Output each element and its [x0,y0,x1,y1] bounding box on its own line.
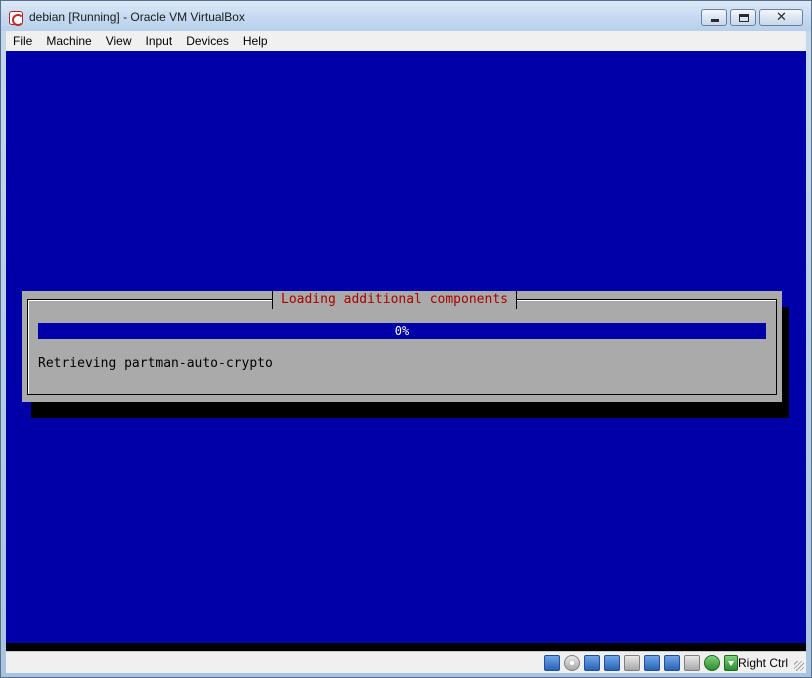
window-title: debian [Running] - Oracle VM VirtualBox [29,10,245,24]
virtualbox-icon [9,11,24,26]
host-key-label: Right Ctrl [737,656,788,670]
close-icon: ✕ [776,10,787,25]
maximize-button[interactable] [730,9,756,26]
progress-bar: 0% [38,323,766,339]
progress-percent: 0% [394,324,410,338]
title-bar[interactable]: debian [Running] - Oracle VM VirtualBox … [1,1,811,31]
mouse-integration-icon[interactable] [704,655,720,671]
minimize-icon [711,19,719,22]
optical-drive-icon[interactable] [564,655,580,671]
menu-bar: File Machine View Input Devices Help [6,31,806,51]
video-capture-icon[interactable] [664,655,680,671]
host-key-icon[interactable] [724,655,738,671]
maximize-icon [739,14,749,22]
menu-input[interactable]: Input [139,31,180,51]
shared-folders-icon[interactable] [624,655,640,671]
resize-grip[interactable] [794,661,804,671]
close-button[interactable]: ✕ [759,9,803,26]
vm-screen[interactable]: Loading additional components 0% Retriev… [6,51,806,651]
minimize-button[interactable] [701,9,727,26]
menu-help[interactable]: Help [236,31,275,51]
dialog-frame [27,299,777,395]
menu-view[interactable]: View [99,31,139,51]
cpu-icon[interactable] [684,655,700,671]
status-bar: Right Ctrl [6,651,806,673]
status-message: Retrieving partman-auto-crypto [38,356,273,371]
menu-file[interactable]: File [6,31,39,51]
menu-devices[interactable]: Devices [179,31,236,51]
dialog-title: Loading additional components [272,291,517,309]
device-indicators [544,655,720,671]
network-icon[interactable] [604,655,620,671]
installer-dialog: Loading additional components 0% Retriev… [22,291,782,402]
usb-icon[interactable] [584,655,600,671]
display-icon[interactable] [644,655,660,671]
menu-machine[interactable]: Machine [39,31,98,51]
hard-disk-icon[interactable] [544,655,560,671]
window-controls: ✕ [698,9,803,27]
virtualbox-window: debian [Running] - Oracle VM VirtualBox … [0,0,812,678]
screen-bottom-strip [6,643,806,651]
